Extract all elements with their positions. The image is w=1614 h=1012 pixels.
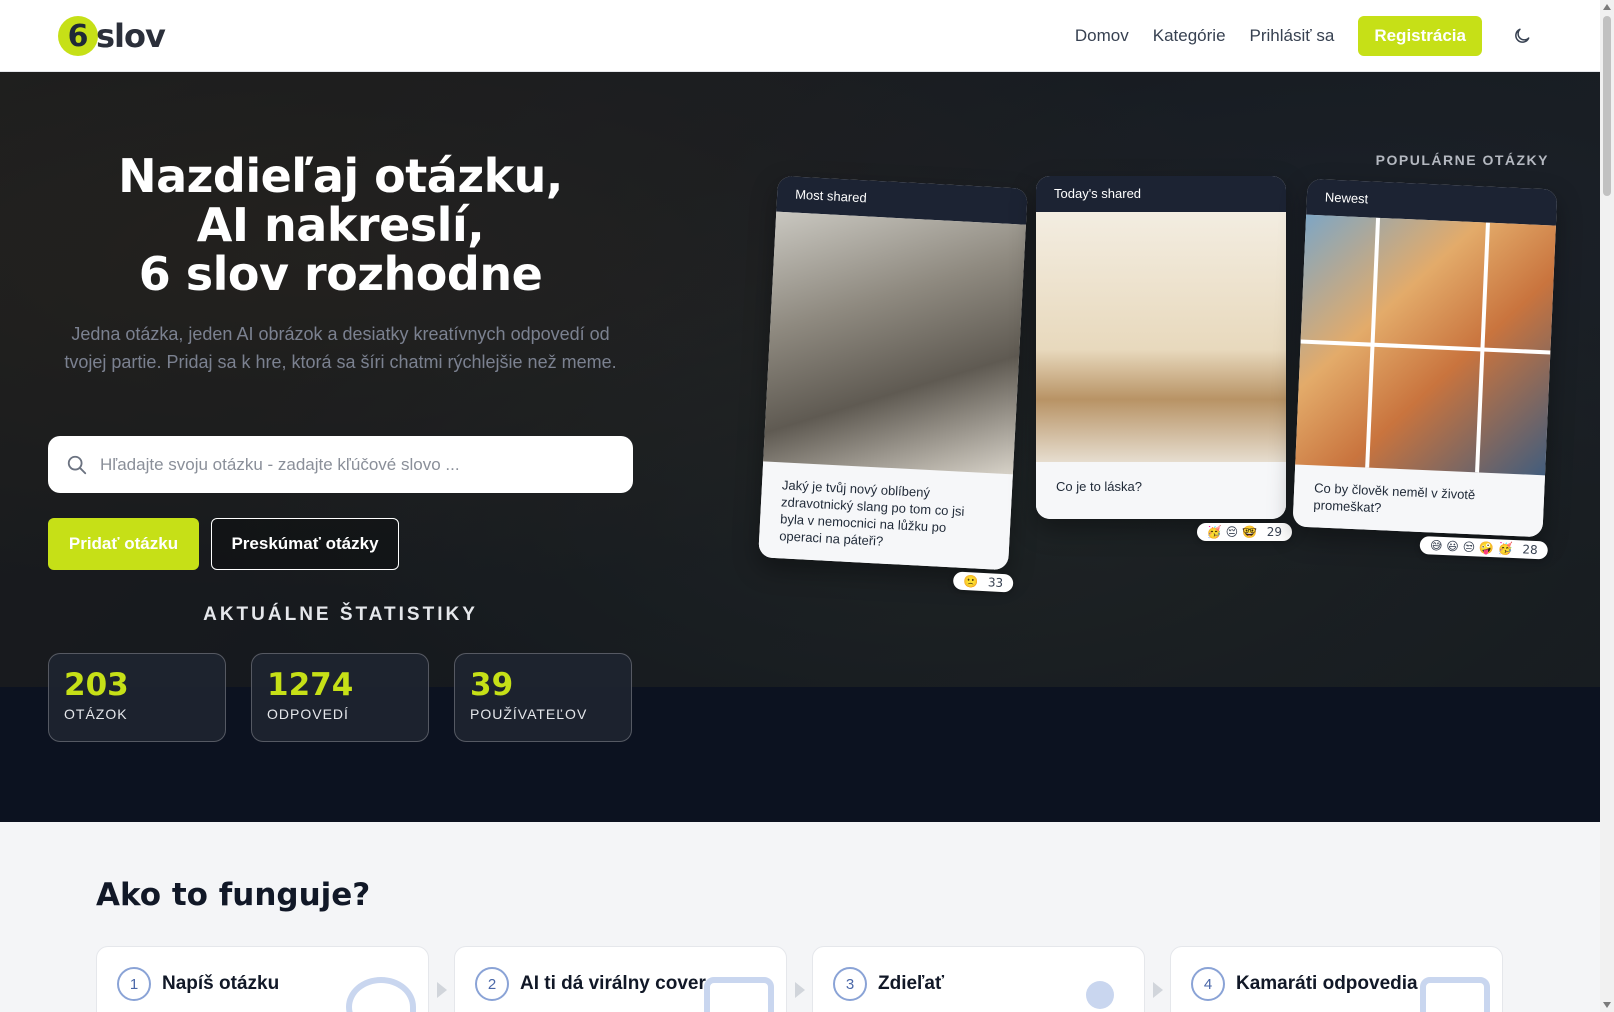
logo[interactable]: 6 slov (58, 14, 166, 58)
step-number: 1 (117, 967, 151, 1001)
top-header: 6 slov Domov Kategórie Prihlásiť sa Regi… (0, 0, 1600, 72)
share-icon (1086, 981, 1114, 1009)
step-number: 2 (475, 967, 509, 1001)
reaction-count: 29 (1266, 525, 1282, 539)
scroll-up-arrow[interactable] (1603, 4, 1611, 10)
stat-label: ODPOVEDÍ (267, 706, 349, 722)
question-card-most-shared[interactable]: Most shared Jaký je tvůj nový oblíbený z… (758, 175, 1028, 593)
card-tag: Today's shared (1036, 176, 1286, 212)
scroll-down-arrow[interactable] (1603, 1002, 1611, 1008)
nav-categories-link[interactable]: Kategórie (1153, 26, 1226, 46)
reaction-count: 33 (987, 575, 1004, 591)
reaction-emojis: 😅 😃 😒 🤪 🥳 (1429, 538, 1513, 556)
step-card-3: 3 Zdieľať (812, 946, 1145, 1012)
page-scrollbar[interactable] (1600, 0, 1614, 1012)
step-label: Kamaráti odpovedia (1236, 973, 1418, 994)
logo-mark: 6 (58, 16, 98, 56)
hero-title: Nazdieľaj otázku, AI nakreslí, 6 slov ro… (118, 149, 563, 301)
stat-label: POUŽÍVATEĽOV (470, 706, 588, 722)
hero-section: Nazdieľaj otázku, AI nakreslí, 6 slov ro… (0, 72, 1600, 687)
main-nav: Domov Kategórie Prihlásiť sa Registrácia (1075, 0, 1600, 72)
logo-text: slov (96, 17, 166, 55)
step-card-2: 2 AI ti dá virálny cover (454, 946, 787, 1012)
step-label: AI ti dá virálny cover (520, 973, 706, 994)
stat-value: 1274 (267, 667, 354, 703)
image-icon (704, 977, 774, 1012)
chevron-right-icon (795, 982, 805, 998)
section-title: Ako to funguje? (96, 877, 371, 913)
reaction-count: 28 (1522, 542, 1539, 558)
stat-value: 39 (470, 667, 514, 703)
card-question: Jaký je tvůj nový oblíbený zdravotnický … (758, 461, 1013, 571)
stat-answers: 1274 ODPOVEDÍ (251, 653, 429, 742)
register-button[interactable]: Registrácia (1358, 16, 1482, 56)
stats-heading: AKTUÁLNE ŠTATISTIKY (203, 604, 478, 625)
question-card-todays-shared[interactable]: Today's shared Co je to láska? 🥳 😔 🤓 29 (1036, 176, 1292, 541)
stat-users: 39 POUŽÍVATEĽOV (454, 653, 632, 742)
card-image (763, 211, 1026, 475)
how-it-works-section: Ako to funguje? 1 Napíš otázku 2 AI ti d… (0, 822, 1600, 1012)
step-label: Napíš otázku (162, 973, 280, 994)
card-image (1295, 214, 1556, 476)
search-bar[interactable] (48, 436, 633, 493)
chevron-right-icon (437, 982, 447, 998)
card-image (1036, 212, 1286, 462)
reaction-emojis: 🙁 (962, 573, 979, 589)
reaction-emojis: 🥳 😔 🤓 (1206, 525, 1257, 539)
hero-subtitle: Jedna otázka, jeden AI obrázok a desiatk… (64, 324, 617, 372)
search-input[interactable] (100, 454, 620, 475)
step-number: 4 (1191, 967, 1225, 1001)
stat-label: OTÁZOK (64, 706, 128, 722)
card-question: Co je to láska? (1036, 462, 1286, 519)
pen-icon (346, 977, 416, 1012)
stat-value: 203 (64, 667, 129, 703)
stats-band (0, 687, 1600, 822)
step-label: Zdieľať (878, 973, 945, 994)
reaction-pill[interactable]: 🙁 33 (952, 571, 1014, 593)
step-number: 3 (833, 967, 867, 1001)
step-card-1: 1 Napíš otázku (96, 946, 429, 1012)
reaction-pill[interactable]: 🥳 😔 🤓 29 (1196, 523, 1292, 541)
explore-questions-button[interactable]: Preskúmať otázky (211, 518, 399, 570)
question-card-newest[interactable]: Newest Co by člověk neměl v životě prome… (1292, 178, 1558, 560)
moon-icon[interactable] (1512, 26, 1532, 46)
step-card-4: 4 Kamaráti odpovedia (1170, 946, 1503, 1012)
popular-questions-label: POPULÁRNE OTÁZKY (1375, 152, 1549, 168)
scroll-thumb[interactable] (1603, 16, 1611, 196)
nav-home-link[interactable]: Domov (1075, 26, 1129, 46)
chevron-right-icon (1153, 982, 1163, 998)
card-question: Co by člověk neměl v životě promeškat? (1292, 464, 1545, 538)
chat-icon (1420, 977, 1490, 1012)
search-icon (67, 455, 87, 474)
stat-questions: 203 OTÁZOK (48, 653, 226, 742)
image-grid-line (1300, 339, 1551, 355)
add-question-button[interactable]: Pridať otázku (48, 518, 199, 570)
nav-login-link[interactable]: Prihlásiť sa (1250, 26, 1335, 46)
